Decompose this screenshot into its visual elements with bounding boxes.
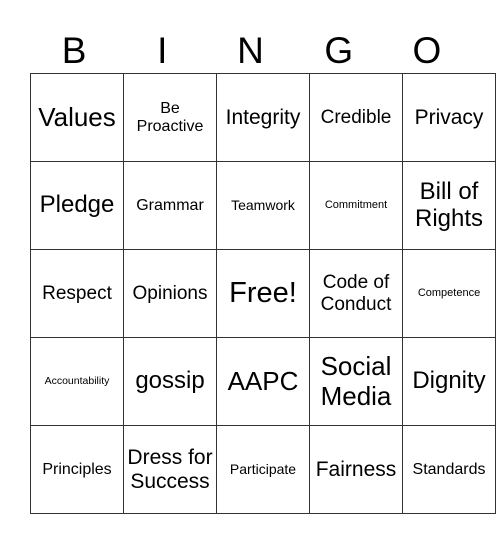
header-letter-g: G (324, 30, 354, 71)
board-row: Values Be Proactive Integrity Credible P… (30, 73, 496, 162)
bingo-cell[interactable]: Commitment (309, 161, 403, 250)
header-letter-i: I (157, 30, 168, 71)
bingo-cell[interactable]: Values (30, 73, 124, 162)
bingo-cell[interactable]: Credible (309, 73, 403, 162)
bingo-cell[interactable]: Principles (30, 425, 124, 514)
bingo-cell[interactable]: Grammar (123, 161, 217, 250)
board-row: Pledge Grammar Teamwork Commitment Bill … (30, 161, 496, 250)
header-letter-b: B (61, 30, 87, 71)
bingo-board: Values Be Proactive Integrity Credible P… (30, 73, 496, 514)
bingo-cell[interactable]: Privacy (402, 73, 496, 162)
bingo-cell[interactable]: Dignity (402, 337, 496, 426)
bingo-header: B I N G O (30, 28, 471, 73)
bingo-cell[interactable]: Dress for Success (123, 425, 217, 514)
bingo-cell[interactable]: Fairness (309, 425, 403, 514)
bingo-cell[interactable]: Opinions (123, 249, 217, 338)
bingo-cell[interactable]: Standards (402, 425, 496, 514)
bingo-cell[interactable]: Teamwork (216, 161, 310, 250)
header-letter-n: N (237, 30, 264, 71)
bingo-cell[interactable]: Bill of Rights (402, 161, 496, 250)
bingo-cell[interactable]: Participate (216, 425, 310, 514)
header-letter-o: O (412, 30, 442, 71)
bingo-cell[interactable]: Be Proactive (123, 73, 217, 162)
board-row: Accountability gossip AAPC Social Media … (30, 337, 496, 426)
bingo-cell[interactable]: Competence (402, 249, 496, 338)
bingo-cell[interactable]: Accountability (30, 337, 124, 426)
bingo-cell[interactable]: AAPC (216, 337, 310, 426)
board-row: Principles Dress for Success Participate… (30, 425, 496, 514)
bingo-cell[interactable]: Respect (30, 249, 124, 338)
bingo-cell[interactable]: Pledge (30, 161, 124, 250)
bingo-cell[interactable]: gossip (123, 337, 217, 426)
bingo-cell[interactable]: Integrity (216, 73, 310, 162)
bingo-cell[interactable]: Social Media (309, 337, 403, 426)
free-space-cell[interactable]: Free! (216, 249, 310, 338)
board-row: Respect Opinions Free! Code of Conduct C… (30, 249, 496, 338)
bingo-cell[interactable]: Code of Conduct (309, 249, 403, 338)
